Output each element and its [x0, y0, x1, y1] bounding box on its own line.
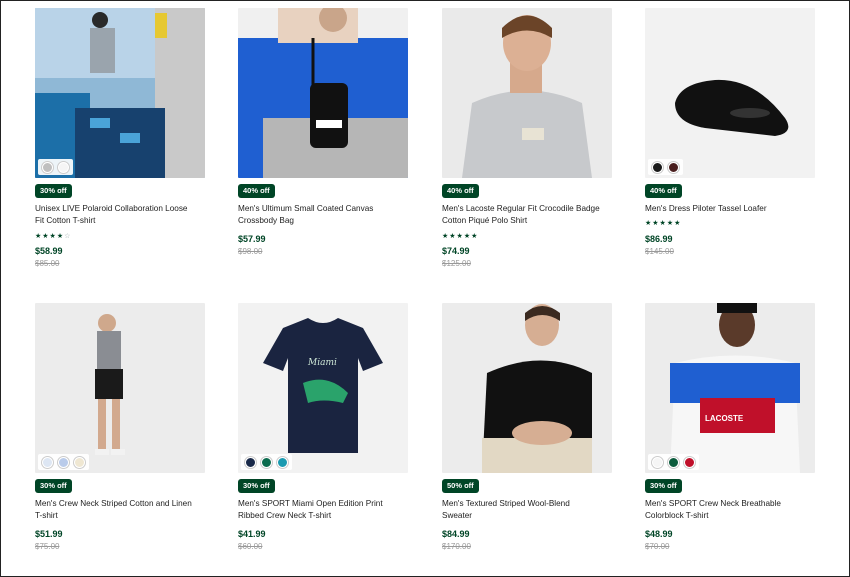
- original-price: $145.00: [645, 247, 674, 256]
- product-name[interactable]: Men's Crew Neck Striped Cotton and Linen…: [35, 498, 205, 522]
- original-price: $75.00: [35, 542, 60, 551]
- sale-price: $41.99: [238, 529, 266, 539]
- discount-badge: 30% off: [35, 479, 72, 493]
- sale-price: $84.99: [442, 529, 470, 539]
- discount-badge: 40% off: [238, 184, 275, 198]
- sale-price: $57.99: [238, 234, 266, 244]
- product-name[interactable]: Men's SPORT Crew Neck Breathable Colorblo…: [645, 498, 815, 522]
- product-image[interactable]: [442, 303, 612, 473]
- svg-text:LACOSTE: LACOSTE: [705, 414, 744, 423]
- color-swatch[interactable]: [42, 161, 53, 173]
- sale-price: $86.99: [645, 234, 673, 244]
- rating-stars: ★★★★★: [645, 220, 682, 227]
- sale-price: $58.99: [35, 246, 63, 256]
- product-name[interactable]: Men's Ultimum Small Coated Canvas Crossbo…: [238, 203, 408, 227]
- sale-price: $74.99: [442, 246, 470, 256]
- product-image[interactable]: [35, 303, 205, 473]
- product-image[interactable]: [35, 8, 205, 178]
- discount-badge: 50% off: [442, 479, 479, 493]
- product-image[interactable]: [442, 8, 612, 178]
- original-price: $170.00: [442, 542, 471, 551]
- original-price: $125.00: [442, 259, 471, 268]
- discount-badge: 30% off: [238, 479, 275, 493]
- discount-badge: 30% off: [645, 479, 682, 493]
- color-swatch[interactable]: [42, 456, 53, 468]
- original-price: $60.00: [238, 542, 263, 551]
- product-image[interactable]: Miami: [238, 303, 408, 473]
- color-swatches: [38, 454, 89, 470]
- rating-stars: ★★★★☆: [35, 233, 72, 240]
- discount-badge: 40% off: [645, 184, 682, 198]
- product-name[interactable]: Men's SPORT Miami Open Edition Print Ribb…: [238, 498, 408, 522]
- product-image[interactable]: LACOSTE: [645, 303, 815, 473]
- discount-badge: 40% off: [442, 184, 479, 198]
- color-swatches: [38, 159, 73, 175]
- product-image[interactable]: [238, 8, 408, 178]
- product-image[interactable]: [645, 8, 815, 178]
- color-swatch[interactable]: [684, 456, 695, 468]
- rating-stars: ★★★★★: [442, 233, 479, 240]
- color-swatch[interactable]: [277, 456, 288, 468]
- discount-badge: 30% off: [35, 184, 72, 198]
- color-swatch[interactable]: [668, 456, 679, 468]
- color-swatch[interactable]: [58, 456, 69, 468]
- color-swatch[interactable]: [74, 456, 85, 468]
- color-swatch[interactable]: [58, 161, 69, 173]
- sale-price: $48.99: [645, 529, 673, 539]
- color-swatch[interactable]: [245, 456, 256, 468]
- color-swatches: [648, 159, 683, 175]
- color-swatches: [241, 454, 292, 470]
- color-swatches: [648, 454, 699, 470]
- color-swatch[interactable]: [652, 456, 663, 468]
- color-swatch[interactable]: [652, 161, 663, 173]
- product-name[interactable]: Men's Dress Piloter Tassel Loafer: [645, 203, 815, 215]
- product-name[interactable]: Men's Textured Striped Wool-Blend Sweater: [442, 498, 612, 522]
- color-swatch[interactable]: [668, 161, 679, 173]
- product-name[interactable]: Unisex LIVE Polaroid Collaboration Loose…: [35, 203, 205, 227]
- original-price: $70.00: [645, 542, 670, 551]
- original-price: $98.00: [238, 247, 263, 256]
- color-swatch[interactable]: [261, 456, 272, 468]
- svg-text:Miami: Miami: [307, 358, 337, 368]
- product-name[interactable]: Men's Lacoste Regular Fit Crocodile Badg…: [442, 203, 612, 227]
- sale-price: $51.99: [35, 529, 63, 539]
- original-price: $85.00: [35, 259, 60, 268]
